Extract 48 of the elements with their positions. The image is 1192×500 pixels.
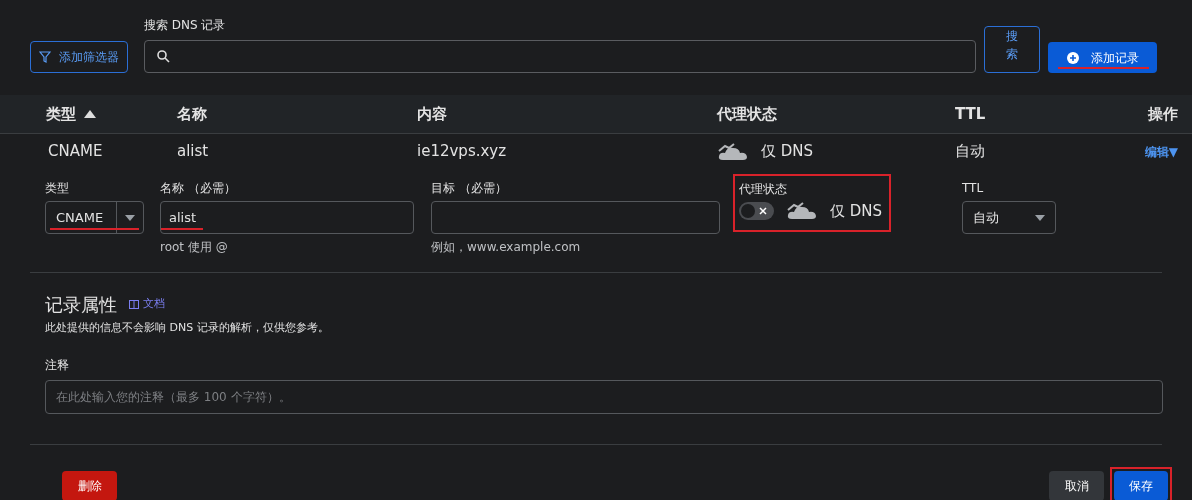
column-header[interactable]: 代理状态	[717, 102, 777, 126]
add-record-button[interactable]: 添加记录	[1048, 42, 1157, 73]
column-header[interactable]: 内容	[417, 102, 447, 126]
target-field[interactable]	[431, 201, 720, 234]
field-hint: 例如，www.example.com	[431, 239, 582, 256]
book-icon	[129, 300, 139, 309]
field-label: 类型	[45, 180, 70, 197]
plus-circle-icon	[1066, 51, 1079, 64]
field-label: 注释	[45, 356, 70, 374]
column-header[interactable]: TTL	[955, 102, 986, 126]
edit-link[interactable]: 编辑▼	[1144, 142, 1178, 161]
save-button[interactable]: 保存	[1114, 470, 1168, 500]
caret-icon	[1035, 214, 1045, 221]
sort-ascending-icon	[84, 110, 96, 118]
add-filter-button[interactable]: 添加筛选器	[30, 41, 128, 73]
field-label: 目标 （必需）	[431, 180, 508, 197]
column-header[interactable]: 类型	[46, 102, 96, 126]
name-field[interactable]: alist	[160, 201, 414, 234]
proxy-toggle[interactable]	[739, 202, 774, 221]
comment-field[interactable]: 在此处输入您的注释（最多 100 个字符）。	[45, 379, 1163, 414]
cloud-icon	[786, 201, 818, 222]
ttl-select[interactable]: 自动	[962, 201, 1056, 234]
close-icon	[759, 207, 767, 216]
table-cell: alist	[177, 142, 209, 161]
proxy-status-text: 仅 DNS	[830, 201, 883, 222]
section-title: 记录属性	[45, 293, 117, 317]
type-select[interactable]: CNAME	[45, 201, 144, 234]
cloud-icon	[717, 141, 749, 162]
column-header[interactable]: 操作	[1148, 102, 1178, 126]
field-label: 代理状态	[739, 181, 788, 198]
table-cell: 自动	[955, 142, 985, 161]
table-cell-text: 仅 DNS	[761, 141, 814, 163]
search-label: 搜索 DNS 记录	[144, 17, 227, 34]
table-cell: ie12vps.xyz	[417, 142, 507, 161]
cancel-button[interactable]: 取消	[1049, 470, 1104, 500]
section-description: 此处提供的信息不会影响 DNS 记录的解析，仅供您参考。	[45, 320, 330, 336]
delete-button[interactable]: 删除	[62, 470, 117, 500]
docs-link[interactable]: 文档	[129, 296, 165, 313]
field-label: 名称 （必需）	[160, 180, 237, 197]
column-header[interactable]: 名称	[177, 102, 207, 126]
caret-icon	[125, 214, 135, 221]
filter-icon	[39, 51, 51, 63]
search-field[interactable]	[144, 40, 976, 73]
table-cell: CNAME	[48, 142, 103, 161]
field-hint: root 使用 @	[160, 239, 229, 256]
search-button[interactable]: 搜索	[984, 26, 1040, 73]
field-label: TTL	[962, 180, 985, 197]
search-icon	[157, 50, 170, 63]
